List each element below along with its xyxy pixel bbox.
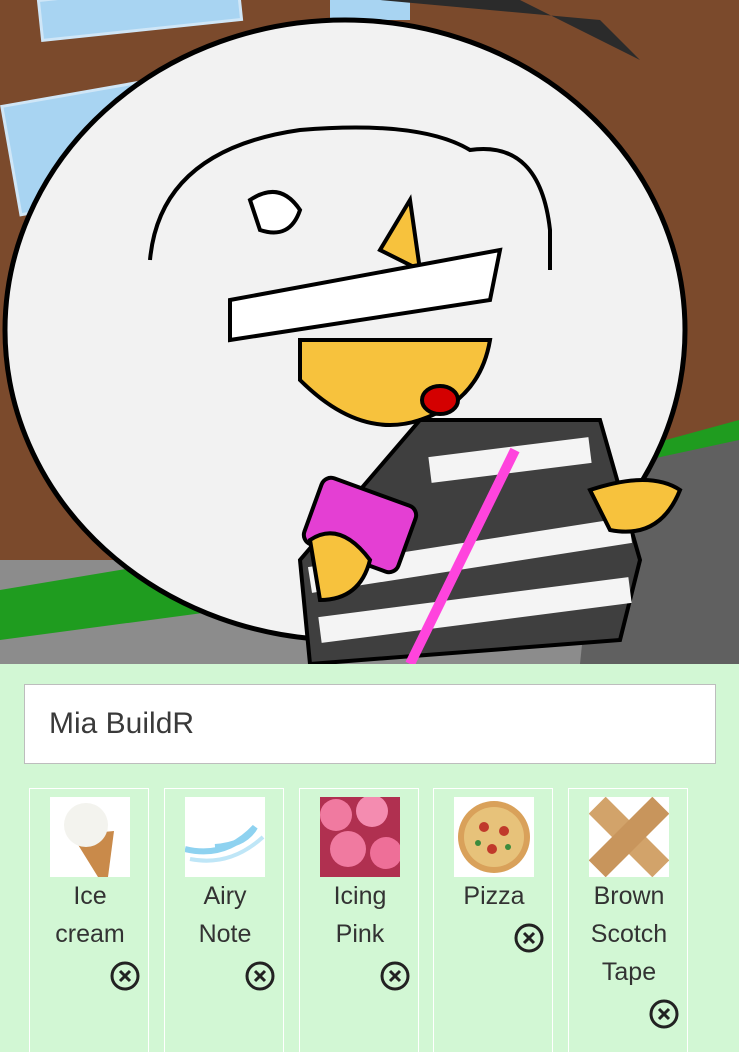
character-artwork — [0, 0, 739, 664]
remove-icon[interactable] — [245, 961, 275, 991]
item-card-airy-note[interactable]: Airy Note — [164, 788, 284, 1052]
pizza-icon — [454, 797, 534, 877]
item-panel: Mia BuildR Ice cream Airy Note Icing Pin… — [0, 664, 739, 1052]
item-card-pizza[interactable]: Pizza — [433, 788, 553, 1052]
air-swirl-icon — [185, 797, 265, 877]
remove-icon[interactable] — [110, 961, 140, 991]
item-label: Pizza — [463, 882, 525, 910]
name-input[interactable]: Mia BuildR — [24, 684, 716, 764]
pink-icing-icon — [320, 797, 400, 877]
remove-icon[interactable] — [649, 999, 679, 1029]
remove-icon[interactable] — [380, 961, 410, 991]
item-card-ice-cream[interactable]: Ice cream — [29, 788, 149, 1052]
ice-cream-icon — [50, 797, 130, 877]
item-card-brown-scotch-tape[interactable]: Brown Scotch Tape — [568, 788, 688, 1052]
character-drawing — [0, 0, 739, 664]
remove-icon[interactable] — [514, 923, 544, 953]
item-label: Ice cream — [55, 882, 125, 948]
item-label: Airy Note — [198, 882, 252, 948]
item-list: Ice cream Airy Note Icing Pink Pizza Bro… — [29, 788, 729, 1052]
item-label: Icing Pink — [333, 882, 387, 948]
tape-icon — [589, 797, 669, 877]
item-card-icing-pink[interactable]: Icing Pink — [299, 788, 419, 1052]
item-label: Brown Scotch Tape — [590, 882, 668, 986]
